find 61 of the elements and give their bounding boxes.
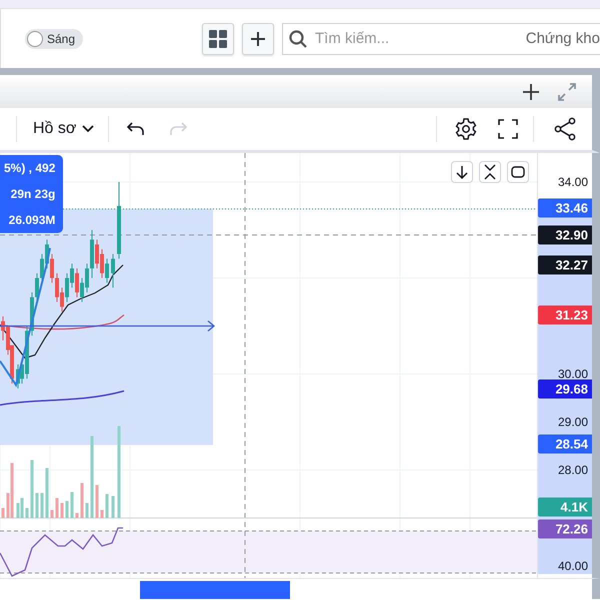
volume-bar (112, 496, 114, 518)
volume-bar (56, 498, 58, 518)
volume-bar (100, 510, 104, 518)
theme-toggle[interactable]: Sáng (25, 28, 84, 48)
settings-button[interactable] (453, 116, 479, 142)
grid-layout-button[interactable] (202, 22, 234, 54)
volume-bar (76, 513, 78, 518)
volume-bar (50, 510, 54, 518)
share-button[interactable] (552, 116, 578, 142)
redo-icon (168, 121, 188, 137)
grid-icon (208, 28, 228, 48)
candlestick (111, 254, 115, 288)
tooltip-text: 5%) , 492 (4, 160, 56, 177)
market-label: Chứng kho (526, 30, 600, 47)
volume-bar (46, 468, 48, 518)
arrow-down-icon (456, 165, 468, 179)
fullscreen-button[interactable] (495, 116, 521, 142)
profile-dropdown[interactable]: Hồ sơ (17, 120, 108, 138)
price-tag: 31.23 (538, 305, 592, 324)
price-tag: 72.26 (538, 520, 592, 538)
volume-bar (36, 493, 38, 518)
plus-icon (522, 82, 540, 100)
price-label: 34.00 (556, 175, 589, 189)
collapse-button[interactable] (479, 161, 501, 183)
price-label: 29.00 (556, 415, 589, 429)
volume-bar (106, 494, 108, 518)
volume-bar (66, 501, 68, 518)
search-icon (289, 30, 307, 48)
volume-bar (2, 508, 4, 518)
price-label: 40.00 (556, 559, 589, 573)
price-tag: 29.68 (538, 380, 592, 399)
volume-bar (70, 492, 74, 518)
caret-icon (82, 125, 94, 133)
tooltip-text: 29n 23g (10, 186, 56, 203)
add-button[interactable] (242, 22, 274, 54)
price-tag: 32.90 (538, 225, 592, 244)
search-field[interactable]: Tìm kiếm... Chứng kho (282, 22, 600, 54)
price-tag: 28.54 (538, 434, 592, 454)
volume-bar (26, 508, 28, 518)
volume-bar (96, 485, 98, 518)
maximize-button[interactable] (507, 161, 529, 183)
collapse-icon (484, 164, 496, 180)
tooltip-text: 26.093M (8, 212, 56, 229)
expand-icon (557, 82, 577, 102)
undo-icon (126, 121, 146, 137)
share-icon (553, 117, 577, 141)
volume-bar (60, 503, 64, 518)
plus-icon (250, 30, 266, 46)
scroll-down-button[interactable] (451, 161, 473, 183)
price-label: 28.00 (556, 463, 589, 477)
price-tag: 32.27 (538, 256, 592, 275)
volume-bar (30, 460, 34, 518)
price-label: 30.00 (556, 367, 589, 381)
volume-bar (80, 483, 84, 518)
volume-bar (40, 493, 44, 518)
fullscreen-icon (498, 119, 518, 139)
price-tag: 33.46 (538, 198, 592, 218)
volume-bar (86, 503, 88, 518)
maximize-icon (511, 166, 525, 178)
settings-icon (454, 117, 478, 141)
price-tag: 4.1K (538, 498, 592, 516)
